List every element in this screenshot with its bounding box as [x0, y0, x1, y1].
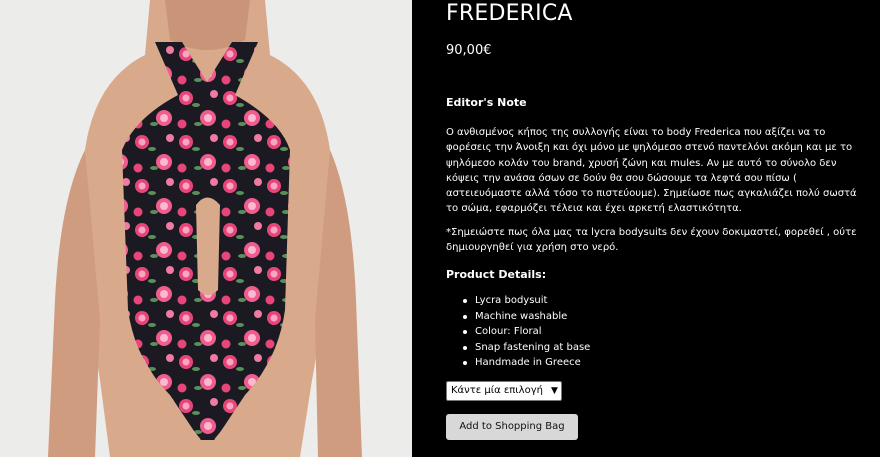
list-item: Snap fastening at base	[463, 340, 590, 356]
list-item: Machine washable	[463, 309, 590, 325]
size-select-value: Κάντε μία επιλογή	[451, 385, 543, 396]
list-item: Colour: Floral	[463, 324, 590, 340]
water-use-note: *Σημειώστε πως όλα μας τα lycra bodysuit…	[446, 227, 857, 254]
editors-note-paragraph: Ο ανθισμένος κήπος της συλλογής είναι το…	[446, 127, 857, 215]
add-to-bag-button[interactable]: Add to Shopping Bag	[446, 414, 578, 440]
product-page: FREDERICA 90,00€ Editor's Note Ο ανθισμέ…	[0, 0, 880, 457]
product-details-heading: Product Details:	[446, 268, 547, 281]
chevron-down-icon: ▼	[551, 386, 558, 396]
product-details-list: Lycra bodysuit Machine washable Colour: …	[446, 293, 590, 371]
product-image[interactable]	[0, 0, 412, 457]
bodysuit-photo	[0, 0, 412, 457]
list-item: Handmade in Greece	[463, 355, 590, 371]
size-select[interactable]: Κάντε μία επιλογή ▼	[446, 381, 562, 401]
editors-note-heading: Editor's Note	[446, 96, 527, 109]
product-price: 90,00€	[446, 43, 492, 58]
product-title: FREDERICA	[446, 1, 573, 26]
list-item: Lycra bodysuit	[463, 293, 590, 309]
